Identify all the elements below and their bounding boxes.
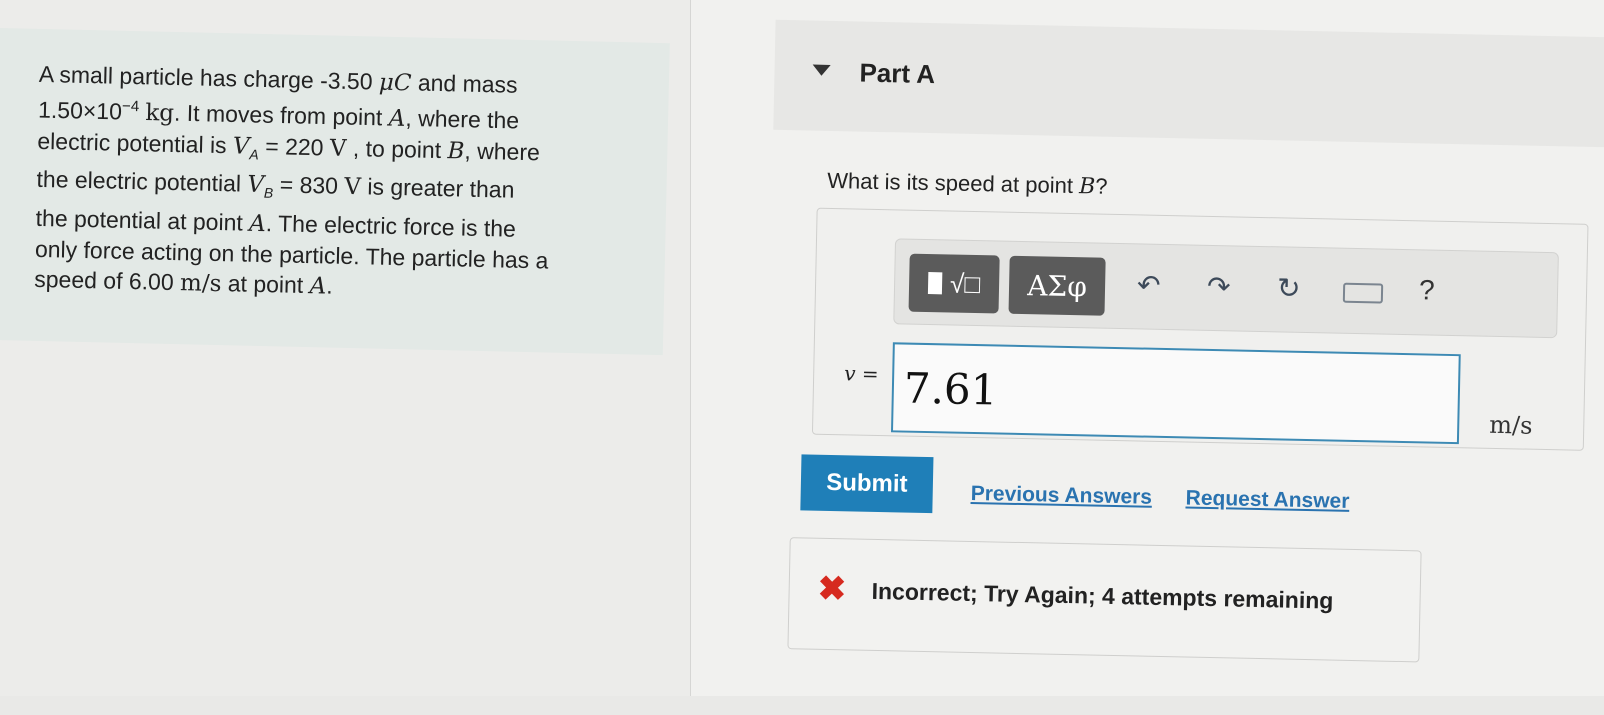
part-header[interactable]: Part A bbox=[773, 19, 1604, 148]
submit-button[interactable]: Submit bbox=[800, 454, 934, 514]
feedback-text: Incorrect; Try Again; 4 attempts remaini… bbox=[871, 577, 1334, 614]
problem-text-segment: . It moves from point bbox=[173, 99, 390, 131]
problem-text-segment: electric potential is bbox=[37, 127, 234, 158]
templates-button[interactable]: √□ bbox=[908, 253, 1000, 314]
mass-value: 1.50×10 bbox=[37, 96, 123, 125]
vb-symbol: V bbox=[247, 171, 265, 199]
answer-pane: Part A What is its speed at point B? √□ … bbox=[691, 0, 1604, 696]
problem-text-segment: A small particle has charge -3.50 bbox=[38, 60, 380, 95]
answer-input[interactable] bbox=[890, 342, 1461, 445]
problem-statement-box: A small particle has charge -3.50 μC and… bbox=[0, 28, 670, 356]
va-value: = 220 bbox=[258, 132, 331, 161]
equals-sign: = bbox=[855, 361, 879, 387]
point-b: B bbox=[1078, 174, 1096, 200]
redo-icon[interactable]: ↷ bbox=[1207, 270, 1231, 303]
problem-pane: A small particle has charge -3.50 μC and… bbox=[0, 0, 691, 696]
problem-text-segment: . The electric force is the bbox=[265, 209, 517, 242]
radical-icon: √□ bbox=[949, 267, 981, 299]
request-answer-link[interactable]: Request Answer bbox=[1185, 486, 1349, 513]
feedback-box: ✖ Incorrect; Try Again; 4 attempts remai… bbox=[787, 537, 1422, 663]
problem-text-segment: , where bbox=[464, 137, 541, 165]
mass-unit: kg bbox=[145, 99, 175, 127]
problem-text-segment: , to point bbox=[346, 134, 448, 163]
answer-unit: m/s bbox=[1488, 410, 1533, 440]
va-symbol: V bbox=[232, 132, 250, 160]
previous-answers-link[interactable]: Previous Answers bbox=[970, 482, 1152, 510]
vb-value: = 830 bbox=[273, 171, 345, 200]
keyboard-icon[interactable] bbox=[1342, 282, 1384, 304]
problem-text-segment: the electric potential bbox=[36, 166, 248, 197]
collapse-caret-icon[interactable] bbox=[812, 64, 831, 76]
vb-subscript: B bbox=[263, 184, 274, 202]
problem-text-segment: the potential at point bbox=[35, 204, 250, 236]
variable-symbol: v bbox=[843, 361, 856, 386]
greek-symbols-button[interactable]: ΑΣφ bbox=[1008, 255, 1106, 316]
answer-variable-label: v = bbox=[844, 361, 879, 386]
incorrect-icon: ✖ bbox=[817, 569, 847, 609]
vb-unit: V bbox=[344, 174, 362, 201]
part-title: Part A bbox=[859, 57, 936, 90]
question-mark: ? bbox=[1095, 173, 1108, 199]
problem-text-segment: , where the bbox=[405, 104, 520, 134]
square-icon bbox=[927, 272, 943, 295]
problem-text-segment: speed of 6.00 bbox=[34, 265, 181, 295]
problem-text-segment: is greater than bbox=[360, 173, 515, 203]
answer-box: √□ ΑΣφ ↶ ↷ ↻ ? v = m/s bbox=[811, 207, 1589, 451]
point-b: B bbox=[447, 137, 465, 165]
point-a: A bbox=[309, 272, 327, 300]
point-a: A bbox=[248, 210, 267, 237]
undo-icon[interactable]: ↶ bbox=[1137, 268, 1161, 301]
answer-pane-content: Part A What is its speed at point B? √□ … bbox=[676, 0, 1604, 715]
va-unit: V bbox=[329, 135, 347, 162]
reset-icon[interactable]: ↻ bbox=[1277, 271, 1301, 304]
charge-unit: μC bbox=[378, 69, 412, 97]
point-a: A bbox=[388, 105, 406, 132]
problem-text-segment: at point bbox=[221, 269, 310, 298]
va-subscript: A bbox=[249, 145, 259, 163]
problem-text-segment: and mass bbox=[411, 69, 518, 98]
problem-text: A small particle has charge -3.50 μC and… bbox=[34, 59, 659, 309]
speed-unit: m/s bbox=[179, 269, 222, 297]
question-text: What is its speed at point B? bbox=[827, 168, 1108, 200]
math-toolbar: √□ ΑΣφ ↶ ↷ ↻ ? bbox=[893, 238, 1559, 339]
question-label: What is its speed at point bbox=[826, 167, 1080, 199]
problem-text-segment: . bbox=[325, 272, 333, 299]
help-button[interactable]: ? bbox=[1419, 274, 1435, 306]
mass-exponent: −4 bbox=[121, 97, 140, 116]
